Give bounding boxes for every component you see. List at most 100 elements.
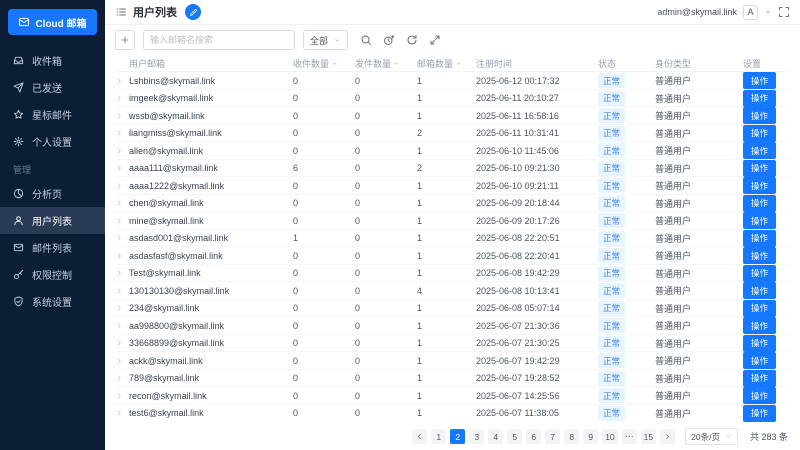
row-expand-button[interactable] xyxy=(115,269,129,277)
column-header[interactable]: 邮箱数量 xyxy=(417,57,476,70)
row-expand-button[interactable] xyxy=(115,182,129,190)
row-expand-button[interactable] xyxy=(115,409,129,417)
refresh-button[interactable] xyxy=(406,34,418,46)
column-header[interactable]: 发件数量 xyxy=(355,57,417,70)
sidebar-item[interactable]: 个人设置 xyxy=(0,128,105,155)
page-number-button[interactable]: 7 xyxy=(545,429,561,444)
column-header[interactable]: 收件数量 xyxy=(293,57,355,70)
row-expand-button[interactable] xyxy=(115,374,129,382)
page-number-button[interactable]: 10 xyxy=(602,429,618,444)
sidebar-item[interactable]: 分析页 xyxy=(0,180,105,207)
cell-action: 操作 xyxy=(743,334,790,352)
page-number-button[interactable]: 8 xyxy=(564,429,580,444)
row-expand-button[interactable] xyxy=(115,304,129,312)
row-expand-button[interactable] xyxy=(115,112,129,120)
chevron-right-icon xyxy=(115,374,123,382)
row-expand-button[interactable] xyxy=(115,77,129,85)
operate-button[interactable]: 操作 xyxy=(743,247,777,264)
operate-button[interactable]: 操作 xyxy=(743,212,777,229)
cell-action: 操作 xyxy=(743,107,790,124)
sort-caret-icon[interactable] xyxy=(455,60,462,67)
pagination-next-button[interactable] xyxy=(660,429,676,444)
operate-button[interactable]: 操作 xyxy=(743,334,777,352)
expand-button[interactable] xyxy=(429,34,441,46)
page-number-button[interactable]: ⋯ xyxy=(621,429,637,444)
operate-button[interactable]: 操作 xyxy=(743,229,777,247)
sort-caret-icon[interactable] xyxy=(331,60,338,67)
brand-button[interactable]: Cloud 邮箱 xyxy=(8,9,97,35)
fullscreen-button[interactable] xyxy=(778,6,790,18)
filter-select[interactable]: 全部 xyxy=(303,30,349,50)
operate-button[interactable]: 操作 xyxy=(743,124,777,142)
operate-button[interactable]: 操作 xyxy=(743,352,777,369)
search-input[interactable] xyxy=(143,30,295,50)
page-size-select[interactable]: 20条/页 xyxy=(685,428,738,445)
operate-button[interactable]: 操作 xyxy=(743,387,777,404)
operate-button[interactable]: 操作 xyxy=(743,264,777,282)
row-expand-button[interactable] xyxy=(115,147,129,155)
cell-action: 操作 xyxy=(743,352,790,369)
timer-button[interactable] xyxy=(383,34,395,46)
sidebar-item[interactable]: 星标邮件 xyxy=(0,101,105,128)
page-number-button[interactable]: 15 xyxy=(640,429,657,444)
pagination-prev-button[interactable] xyxy=(412,429,428,444)
operate-button[interactable]: 操作 xyxy=(743,194,777,212)
operate-button[interactable]: 操作 xyxy=(743,89,777,107)
status-badge: 正常 xyxy=(598,388,626,403)
operate-button[interactable]: 操作 xyxy=(743,159,777,177)
avatar[interactable]: A xyxy=(743,4,758,20)
cell-mailbox-count: 1 xyxy=(417,390,423,401)
add-user-button[interactable] xyxy=(115,30,135,50)
sidebar-item[interactable]: 邮件列表 xyxy=(0,234,105,261)
search-button[interactable] xyxy=(360,34,372,46)
column-header[interactable]: 身份类型 xyxy=(655,57,743,70)
cell-sent-count: 0 xyxy=(355,390,361,401)
sidebar: Cloud 邮箱 收件箱 已发送 星标邮件 个人设置 管理 分析页 用户列表 邮… xyxy=(0,0,105,450)
row-expand-button[interactable] xyxy=(115,234,129,242)
gear-icon xyxy=(13,136,24,147)
operate-button[interactable]: 操作 xyxy=(743,317,777,334)
column-header[interactable]: 设置 xyxy=(743,57,790,70)
operate-button[interactable]: 操作 xyxy=(743,107,777,124)
row-expand-button[interactable] xyxy=(115,94,129,102)
operate-button[interactable]: 操作 xyxy=(743,72,777,89)
sidebar-item[interactable]: 权限控制 xyxy=(0,261,105,288)
edit-title-button[interactable] xyxy=(185,4,201,20)
cell-mailbox-count: 1 xyxy=(417,320,423,331)
page-number-button[interactable]: 4 xyxy=(488,429,504,444)
account-menu-caret[interactable] xyxy=(764,3,772,21)
row-expand-button[interactable] xyxy=(115,164,129,172)
sidebar-item[interactable]: 已发送 xyxy=(0,74,105,101)
cell-register-time: 2025-06-10 11:45:06 xyxy=(476,145,559,156)
row-expand-button[interactable] xyxy=(115,357,129,365)
sidebar-item[interactable]: 系统设置 xyxy=(0,288,105,315)
operate-button[interactable]: 操作 xyxy=(743,299,777,317)
collapse-menu-button[interactable] xyxy=(115,6,127,18)
column-header[interactable]: 状态 xyxy=(598,57,655,70)
sidebar-item[interactable]: 用户列表 xyxy=(0,207,105,234)
page-number-button[interactable]: 3 xyxy=(469,429,485,444)
row-expand-button[interactable] xyxy=(115,217,129,225)
page-number-button[interactable]: 9 xyxy=(583,429,599,444)
page-number-button[interactable]: 1 xyxy=(431,429,447,444)
row-expand-button[interactable] xyxy=(115,252,129,260)
row-expand-button[interactable] xyxy=(115,129,129,137)
row-expand-button[interactable] xyxy=(115,339,129,347)
pencil-icon xyxy=(189,8,198,17)
operate-button[interactable]: 操作 xyxy=(743,282,777,299)
page-number-button[interactable]: 5 xyxy=(507,429,523,444)
page-number-button[interactable]: 2 xyxy=(450,429,466,444)
column-header[interactable]: 注册时间 xyxy=(476,57,598,70)
operate-button[interactable]: 操作 xyxy=(743,177,777,194)
operate-button[interactable]: 操作 xyxy=(743,404,777,422)
sidebar-item[interactable]: 收件箱 xyxy=(0,47,105,74)
column-header[interactable]: 用户邮箱 xyxy=(129,57,293,70)
row-expand-button[interactable] xyxy=(115,199,129,207)
operate-button[interactable]: 操作 xyxy=(743,142,777,159)
page-number-button[interactable]: 6 xyxy=(526,429,542,444)
row-expand-button[interactable] xyxy=(115,287,129,295)
sort-caret-icon[interactable] xyxy=(393,60,400,67)
row-expand-button[interactable] xyxy=(115,392,129,400)
operate-button[interactable]: 操作 xyxy=(743,369,777,387)
row-expand-button[interactable] xyxy=(115,322,129,330)
